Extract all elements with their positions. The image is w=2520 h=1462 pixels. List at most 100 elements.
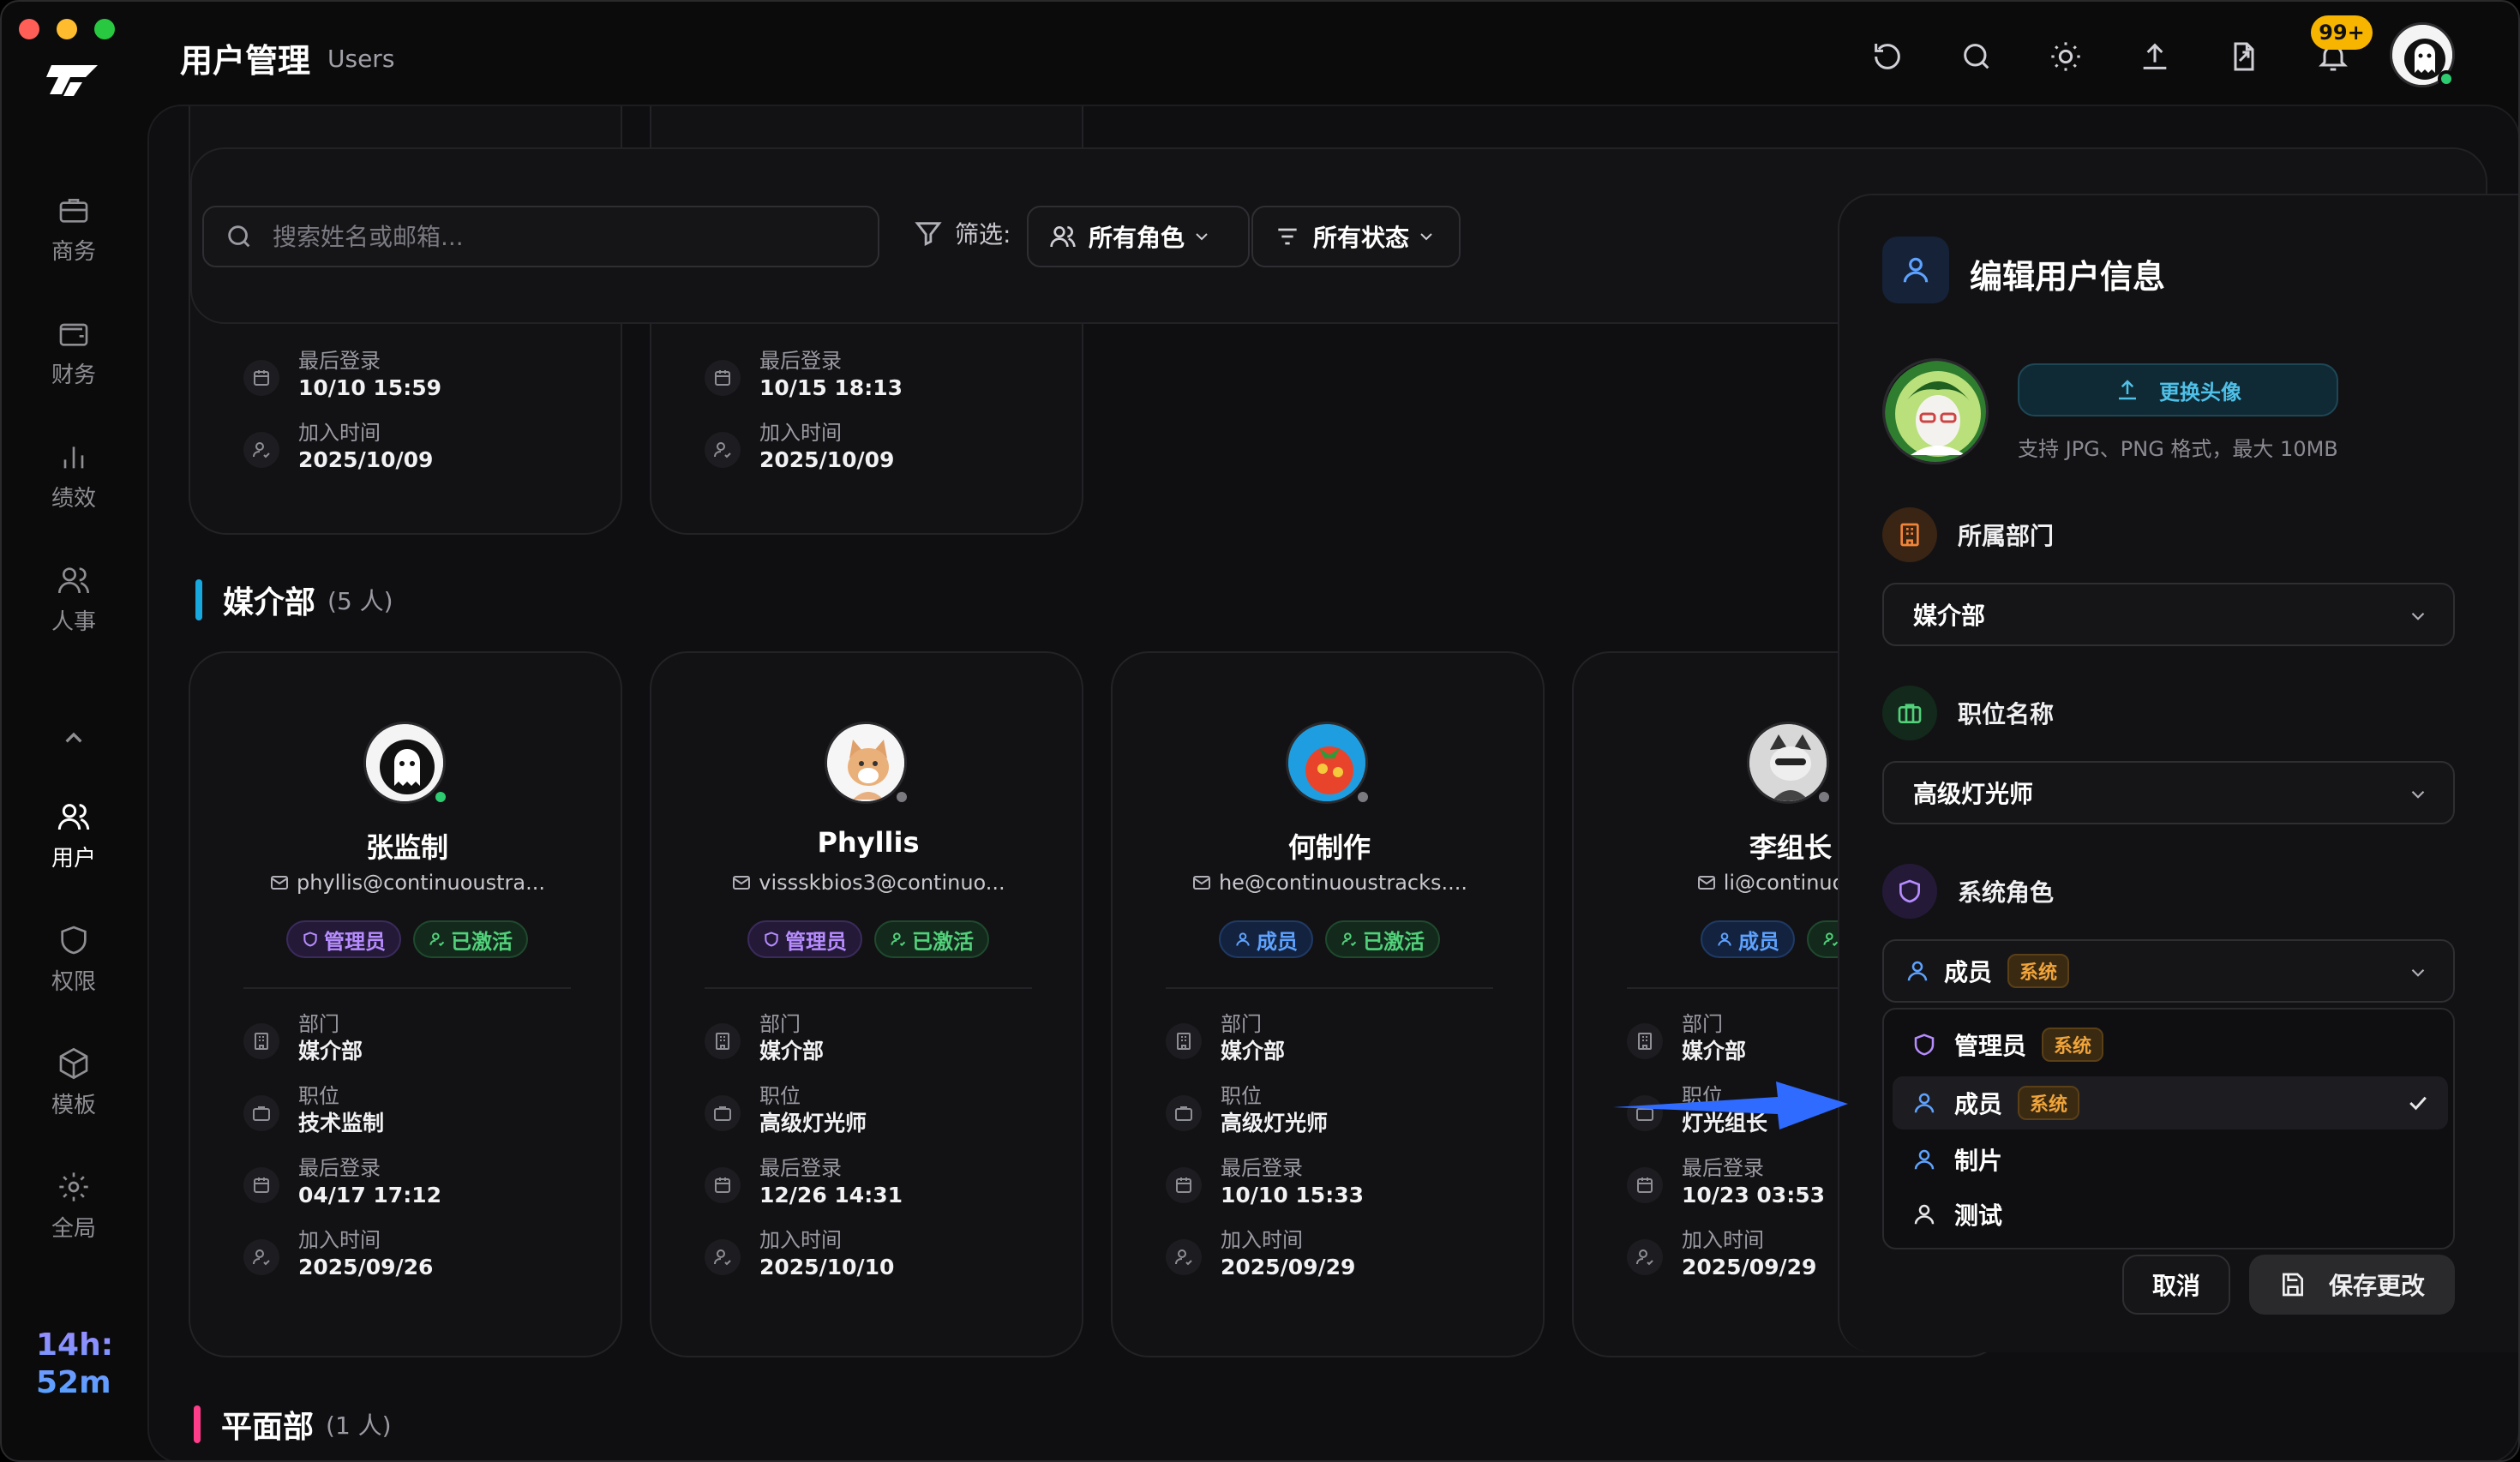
online-status-dot bbox=[2438, 70, 2455, 87]
mail-icon bbox=[270, 876, 288, 890]
users-icon bbox=[1050, 226, 1076, 248]
app-window: 商务 财务 绩效 人事 用户 权限 模板 全局 14h: 52m 用户管理 Us… bbox=[0, 0, 2520, 1462]
filter-label: 筛选: bbox=[914, 216, 1011, 250]
user-tags: 管理员 已激活 bbox=[651, 920, 1085, 958]
user-check-icon bbox=[253, 1249, 270, 1266]
refresh-button[interactable] bbox=[1865, 34, 1910, 79]
save-changes-button[interactable]: 保存更改 bbox=[2249, 1255, 2455, 1315]
session-timer: 14h: 52m bbox=[36, 1327, 130, 1402]
briefcase-icon bbox=[1175, 1106, 1192, 1121]
wallet-icon bbox=[59, 323, 88, 346]
user-card[interactable]: Phyllis vissskbios3@continuo... 管理员 已激活 … bbox=[650, 651, 1083, 1357]
position-select[interactable]: 高级灯光师 bbox=[1882, 761, 2455, 824]
user-name: 张监制 bbox=[365, 831, 448, 864]
building-icon bbox=[1900, 523, 1919, 547]
role-field-header: 系统角色 bbox=[1882, 864, 2054, 919]
role-badge: 管理员 bbox=[747, 920, 862, 958]
user-check-icon bbox=[253, 442, 270, 458]
chevron-down-icon bbox=[1420, 233, 1432, 241]
online-status-dot bbox=[432, 788, 449, 806]
user-card[interactable]: 何制作 he@continuoustracks.... 成员 已激活 部门 媒介部… bbox=[1111, 651, 1545, 1357]
theme-toggle-button[interactable] bbox=[2043, 34, 2088, 79]
upload-hint: 支持 JPG、PNG 格式，最大 10MB bbox=[2018, 437, 2338, 461]
chevron-down-icon bbox=[2411, 790, 2425, 799]
users-icon bbox=[57, 803, 90, 830]
search-input[interactable] bbox=[273, 222, 855, 251]
role-badge: 管理员 bbox=[286, 920, 401, 958]
shield-icon bbox=[303, 932, 317, 947]
collapse-chevron-up-icon[interactable] bbox=[57, 722, 91, 756]
calendar-icon bbox=[254, 1177, 269, 1193]
user-check-icon bbox=[891, 932, 906, 947]
chevron-down-icon bbox=[1196, 233, 1208, 241]
offline-status-dot bbox=[1354, 788, 1371, 806]
status-badge: 已激活 bbox=[1325, 920, 1440, 958]
sidebar-item-performance[interactable]: 绩效 bbox=[14, 428, 134, 523]
shield-icon bbox=[61, 926, 87, 954]
sidebar-item-finance[interactable]: 财务 bbox=[14, 305, 134, 399]
role-option-producer[interactable]: 制片 bbox=[1893, 1133, 2448, 1186]
page-subtitle: Users bbox=[327, 45, 395, 73]
role-badge: 成员 bbox=[1701, 920, 1795, 958]
upload-button[interactable] bbox=[2133, 34, 2177, 79]
user-tags: 成员 已激活 bbox=[1113, 920, 1546, 958]
people-icon bbox=[58, 566, 89, 593]
change-avatar-button[interactable]: 更换头像 bbox=[2018, 363, 2338, 416]
role-option-admin[interactable]: 管理员 系统 bbox=[1893, 1018, 2448, 1071]
cancel-button[interactable]: 取消 bbox=[2122, 1255, 2230, 1315]
anime-avatar-icon bbox=[1885, 361, 1986, 462]
position-field-header: 职位名称 bbox=[1882, 686, 2054, 740]
dept-row: 部门 媒介部 bbox=[1166, 1011, 1285, 1066]
user-check-icon bbox=[714, 442, 731, 458]
export-file-button[interactable] bbox=[2222, 34, 2266, 79]
role-option-member[interactable]: 成员 系统 bbox=[1893, 1076, 2448, 1129]
sidebar-item-templates[interactable]: 模板 bbox=[14, 1035, 134, 1129]
user-card[interactable]: 张监制 phyllis@continuoustra... 管理员 已激活 部门媒… bbox=[189, 651, 622, 1357]
sidebar-item-business[interactable]: 商务 bbox=[14, 182, 134, 276]
user-check-icon bbox=[1636, 1249, 1653, 1266]
sidebar-item-users[interactable]: 用户 bbox=[14, 788, 134, 883]
status-badge: 已激活 bbox=[874, 920, 989, 958]
role-option-test[interactable]: 测试 bbox=[1893, 1188, 2448, 1241]
bar-chart-icon bbox=[63, 446, 84, 468]
building-icon bbox=[1638, 1033, 1652, 1050]
user-check-icon bbox=[1341, 932, 1357, 947]
page-title: 用户管理 bbox=[180, 42, 311, 80]
section-header-media: 媒介部 (5 人) bbox=[195, 578, 393, 622]
mail-icon bbox=[1192, 876, 1210, 890]
check-icon bbox=[2409, 1096, 2427, 1111]
sidebar-item-permissions[interactable]: 权限 bbox=[14, 912, 134, 1006]
header-search-button[interactable] bbox=[1954, 34, 1999, 79]
joined-row: 加入时间 2025/10/10 bbox=[705, 1227, 894, 1282]
offline-status-dot bbox=[893, 788, 910, 806]
dept-row: 部门 媒介部 bbox=[243, 1011, 363, 1066]
role-select[interactable]: 成员 系统 bbox=[1882, 939, 2455, 1003]
section-header-graphic: 平面部 (1 人) bbox=[194, 1402, 392, 1447]
role-filter-select[interactable]: 所有角色 bbox=[1027, 206, 1250, 267]
chevron-down-icon bbox=[2411, 968, 2425, 977]
role-badge: 成员 bbox=[1219, 920, 1313, 958]
briefcase-icon bbox=[1898, 704, 1922, 723]
dept-select[interactable]: 媒介部 bbox=[1882, 583, 2455, 646]
user-email: he@continuoustracks.... bbox=[1113, 871, 1546, 895]
chevron-down-icon bbox=[2411, 612, 2425, 620]
user-icon bbox=[1903, 257, 1929, 283]
user-email: vissskbios3@continuo... bbox=[651, 871, 1085, 895]
user-icon bbox=[1914, 1093, 1935, 1113]
sidebar-item-global[interactable]: 全局 bbox=[14, 1159, 134, 1253]
search-box[interactable] bbox=[202, 206, 879, 267]
shield-icon bbox=[1899, 879, 1920, 903]
app-logo[interactable] bbox=[45, 58, 101, 101]
status-filter-select[interactable]: 所有状态 bbox=[1251, 206, 1461, 267]
shield-icon bbox=[765, 932, 778, 947]
joined-row: 加入时间 2025/10/09 bbox=[705, 420, 894, 475]
annotation-arrow bbox=[1613, 1082, 1848, 1129]
offline-status-dot bbox=[1815, 788, 1833, 806]
building-icon bbox=[255, 1033, 268, 1050]
file-export-icon bbox=[2234, 42, 2254, 71]
sidebar-item-hr[interactable]: 人事 bbox=[14, 552, 134, 646]
user-check-icon bbox=[429, 932, 445, 947]
shield-icon bbox=[1914, 1034, 1935, 1056]
user-icon bbox=[1914, 1149, 1935, 1170]
user-icon bbox=[1914, 1204, 1935, 1225]
